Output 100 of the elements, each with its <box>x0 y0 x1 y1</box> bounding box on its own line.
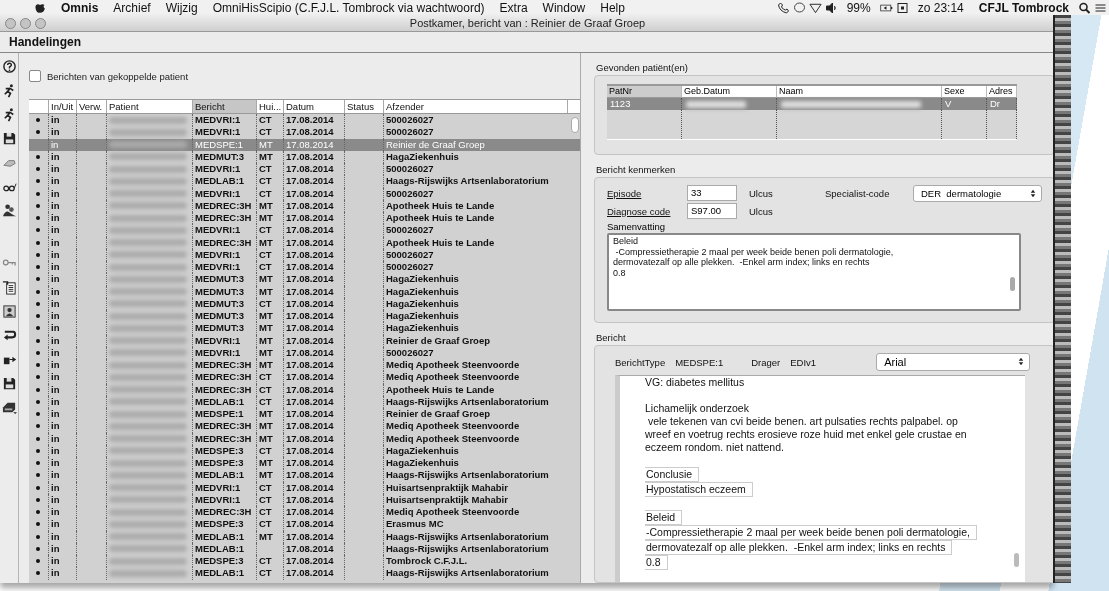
column-header[interactable]: Hui... <box>257 100 284 113</box>
message-row[interactable]: in MEDVRI:1 CT 17.08.2014 500026027 <box>29 163 580 176</box>
message-row[interactable]: in MEDLAB:1 17.08.2014 Haags-Rijswijks Artsenlaboratorium <box>29 542 580 555</box>
checkbox-label[interactable]: Berichten van gekoppelde patient <box>47 70 189 82</box>
message-row[interactable]: in MEDREC:3H CT 17.08.2014 Apotheek Huis te Lande <box>29 383 580 396</box>
message-row[interactable]: in MEDVRI:1 CT 17.08.2014 500026027 <box>29 248 580 261</box>
zoom-button[interactable] <box>35 17 46 29</box>
message-row[interactable]: in MEDVRI:1 CT 17.08.2014 500026027 <box>29 187 580 200</box>
message-row[interactable]: in MEDSPE:3 CT 17.08.2014 Tombrock C.F.J.L. <box>29 555 580 568</box>
table-cell: 500026027 <box>386 163 434 176</box>
message-row[interactable]: in MEDVRI:1 CT 17.08.2014 Huisartsenpraktijk Mahabir <box>29 493 580 506</box>
document-icon[interactable] <box>1 280 17 295</box>
table-cell: 500026027 <box>386 248 434 261</box>
font-dropdown[interactable]: Arial <box>876 353 1031 371</box>
table-cell: MT <box>259 530 273 543</box>
diagnosis-field[interactable]: S97.00 <box>687 203 737 219</box>
message-row[interactable]: in MEDMUT:3 MT 17.08.2014 HagaZiekenhuis <box>29 285 580 298</box>
table-cell: MEDMUT:3 <box>195 322 245 335</box>
message-row[interactable]: in MEDMUT:3 MT 17.08.2014 HagaZiekenhuis <box>29 310 580 323</box>
menu-item[interactable]: OmniHisScipio (C.F.J.L. Tombrock via wachtwoord) <box>212 0 485 15</box>
message-row[interactable]: in MEDVRI:1 MT 17.08.2014 500026027 <box>29 346 580 359</box>
message-row[interactable]: in MEDREC:3H MT 17.08.2014 Mediq Apotheek Steenvoorde <box>29 420 580 433</box>
column-header[interactable]: Verw. <box>77 100 107 113</box>
user-name[interactable]: CFJL Tombrock <box>978 0 1069 15</box>
message-body[interactable] <box>615 375 1025 582</box>
column-header[interactable]: Afzender <box>384 100 568 113</box>
message-row[interactable]: in MEDREC:3H MT 17.08.2014 Mediq Apotheek Steenvoorde <box>29 432 580 445</box>
battery-icon[interactable] <box>879 1 893 14</box>
summary-field[interactable]: Beleid -Compressietherapie 2 maal per week beide benen poli dermatologie, dermovatezalf op alle plekken. -Enkel arm index; links en rechts 0.8 <box>607 233 1021 311</box>
message-row[interactable]: in MEDSPE:3 MT 17.08.2014 HagaZiekenhuis <box>29 457 580 470</box>
message-row[interactable]: in MEDLAB:1 CT 17.08.2014 Haags-Rijswijks Artsenlaboratorium <box>29 175 580 188</box>
table-cell: MT <box>259 346 273 359</box>
table-cell: in <box>51 310 60 323</box>
column-header[interactable]: Datum <box>284 100 345 113</box>
actions-menu[interactable]: Handelingen <box>0 35 90 49</box>
message-row[interactable]: in MEDVRI:1 CT 17.08.2014 500026027 <box>29 261 580 274</box>
arrow-loop-icon[interactable] <box>1 328 17 343</box>
calendar-icon[interactable] <box>895 1 909 14</box>
message-row[interactable]: in MEDVRI:1 CT 17.08.2014 500026027 <box>29 114 580 127</box>
message-row[interactable]: in MEDREC:3H MT 17.08.2014 Apotheek Huis te Lande <box>29 199 580 212</box>
table-cell: Haags-Rijswijks Artsenlaboratorium <box>386 542 549 555</box>
message-row[interactable]: in MEDVRI:1 CT 17.08.2014 500026027 <box>29 224 580 237</box>
scrollbar-thumb[interactable] <box>1010 277 1015 291</box>
menu-item[interactable]: Window <box>542 0 586 15</box>
column-header[interactable]: In/Uit <box>49 100 77 113</box>
table-cell: 17.08.2014 <box>286 248 334 261</box>
table-cell: Haags-Rijswijks Artsenlaboratorium <box>386 395 549 408</box>
clock[interactable]: zo 23:14 <box>917 0 964 15</box>
menu-item[interactable]: Omnis <box>61 0 99 15</box>
message-row[interactable]: in MEDMUT:3 MT 17.08.2014 HagaZiekenhuis <box>29 322 580 335</box>
message-row[interactable]: in MEDREC:3H MT 17.08.2014 Mediq Apotheek Steenvoorde <box>29 359 580 372</box>
table-cell: HagaZiekenhuis <box>386 285 459 298</box>
contact-card-icon[interactable] <box>1 304 17 319</box>
menu-item[interactable]: Archief <box>113 0 151 15</box>
scrollbar-thumb[interactable] <box>1014 553 1019 567</box>
table-cell: Dr <box>990 98 1001 110</box>
message-row[interactable]: in MEDLAB:1 CT 17.08.2014 Haags-Rijswijks Artsenlaboratorium <box>29 395 580 408</box>
field-label: Samenvatting <box>607 221 667 233</box>
search-icon[interactable] <box>1078 1 1091 14</box>
column-header[interactable]: PatNr <box>607 86 682 98</box>
table-cell: 500026027 <box>386 187 434 200</box>
specialist-dropdown[interactable]: DER dermatologie <box>913 184 1042 202</box>
speaker-icon[interactable] <box>824 1 838 14</box>
message-row[interactable]: in MEDLAB:1 CT 17.08.2014 Haags-Rijswijks Artsenlaboratorium <box>29 567 580 580</box>
message-row[interactable]: in MEDVRI:1 MT 17.08.2014 Reinier de Graaf Groep <box>29 334 580 347</box>
table-cell: MEDLAB:1 <box>195 469 245 482</box>
table-cell: in <box>51 420 60 433</box>
message-row[interactable]: in MEDSPE:3 CT 17.08.2014 HagaZiekenhuis <box>29 444 580 457</box>
message-row[interactable]: in MEDMUT:3 MT 17.08.2014 HagaZiekenhuis <box>29 150 580 163</box>
printer-icon[interactable] <box>1 400 17 415</box>
message-row[interactable]: in MEDREC:3H MT 17.08.2014 Apotheek Huis te Lande <box>29 236 580 249</box>
table-cell: Mediq Apotheek Steenvoorde <box>386 420 520 433</box>
episode-field[interactable]: 33 <box>687 185 737 201</box>
scrollbar-thumb[interactable] <box>571 117 579 133</box>
table-cell: 17.08.2014 <box>286 126 334 139</box>
column-header[interactable]: Status <box>345 100 384 113</box>
field-label[interactable]: Episode <box>607 187 687 199</box>
menu-item[interactable]: Help <box>600 0 625 15</box>
menu-item[interactable]: Extra <box>499 0 528 15</box>
message-row[interactable]: in MEDREC:3H CT 17.08.2014 Mediq Apotheek Steenvoorde <box>29 371 580 384</box>
message-row[interactable]: in MEDLAB:1 MT 17.08.2014 Haags-Rijswijks Artsenlaboratorium <box>29 530 580 543</box>
checkbox[interactable] <box>29 70 41 82</box>
message-row[interactable]: in MEDSPE:1 MT 17.08.2014 Reinier de Graaf Groep <box>29 408 580 421</box>
phone-icon[interactable] <box>776 1 790 14</box>
message-row[interactable]: in MEDVRI:1 CT 17.08.2014 Huisartsenpraktijk Mahabir <box>29 481 580 494</box>
apple-icon[interactable] <box>34 1 46 14</box>
message-row[interactable]: in MEDVRI:1 CT 17.08.2014 500026027 <box>29 126 580 139</box>
people-icon[interactable] <box>1 203 17 218</box>
message-row[interactable]: in MEDREC:3H CT 17.08.2014 Mediq Apotheek Steenvoorde <box>29 506 580 519</box>
help-icon[interactable] <box>1 59 17 74</box>
column-header[interactable]: Bericht <box>193 100 257 113</box>
menu-item[interactable]: Wijzig <box>165 0 198 15</box>
field-label[interactable]: Diagnose code <box>607 205 687 217</box>
message-row[interactable]: in MEDREC:3H MT 17.08.2014 Apotheek Huis te Lande <box>29 212 580 225</box>
message-row[interactable]: in MEDMUT:3 MT 17.08.2014 HagaZiekenhuis <box>29 273 580 286</box>
message-row[interactable]: in MEDMUT:3 CT 17.08.2014 HagaZiekenhuis <box>29 297 580 310</box>
minimize-button[interactable] <box>20 17 31 29</box>
close-button[interactable] <box>5 17 16 29</box>
message-row[interactable]: in MEDLAB:1 MT 17.08.2014 Haags-Rijswijks Artsenlaboratorium <box>29 469 580 482</box>
message-row[interactable]: in MEDSPE:3 CT 17.08.2014 Erasmus MC <box>29 518 580 531</box>
